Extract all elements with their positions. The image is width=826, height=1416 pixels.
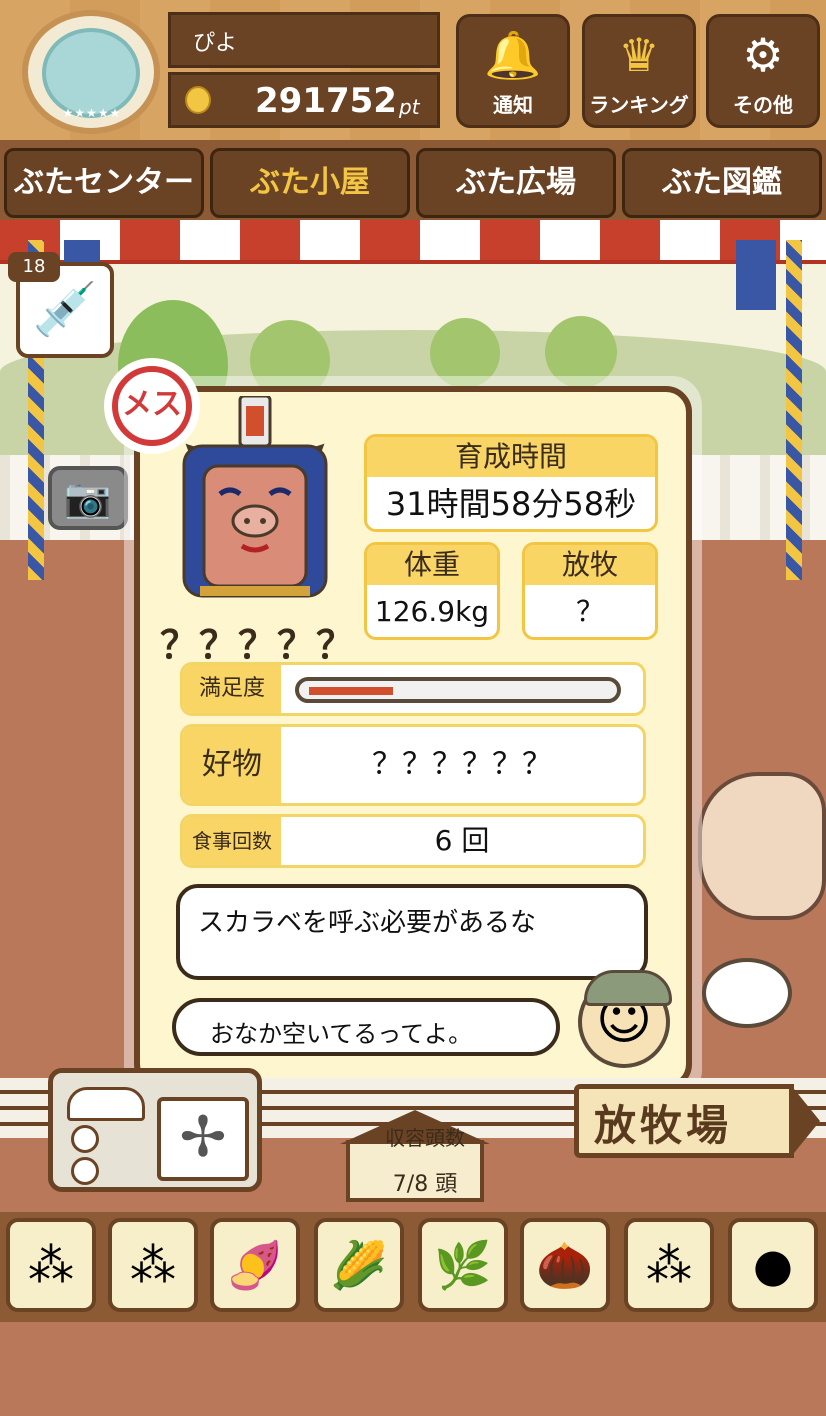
meals-label: 食事回数 bbox=[183, 817, 281, 865]
pig-crown-emblem-icon bbox=[42, 28, 140, 118]
gear-icon: ⚙ bbox=[742, 28, 784, 82]
tab-buta-center[interactable]: ぶたセンター bbox=[4, 148, 204, 218]
raise-time-value: 31時間58分58秒 bbox=[385, 485, 637, 523]
player-avatar[interactable]: ★★★★★ bbox=[22, 10, 160, 134]
player-name: ぴよ bbox=[168, 12, 440, 68]
arrow-right-icon bbox=[790, 1084, 820, 1158]
tab-bar: ぶたセンター ぶた小屋 ぶた広場 ぶた図鑑 bbox=[0, 140, 826, 230]
raise-time-box: 育成時間 31時間58分58秒 bbox=[364, 434, 658, 532]
meals-value: 6 回 bbox=[434, 824, 490, 857]
truffle-plate-icon: ● bbox=[752, 1238, 794, 1292]
meals-row: 食事回数 6 回 bbox=[180, 814, 646, 868]
ranking-label: ランキング bbox=[589, 93, 689, 117]
fan-icon: ✢ bbox=[157, 1097, 249, 1181]
corn-icon: 🌽 bbox=[330, 1238, 388, 1292]
capacity-sign: 収容頭数 7/8 頭 bbox=[340, 1110, 490, 1202]
top-bar: ★★★★★ ぴよ 291752 pt 🔔 通知 ♛ ランキング ⚙ その他 bbox=[0, 0, 826, 140]
acorn-icon: 🌰 bbox=[536, 1238, 594, 1292]
crown-icon: ♛ bbox=[618, 28, 660, 82]
favorite-label: 好物 bbox=[183, 727, 281, 803]
grazing-box: 放牧 ？ bbox=[522, 542, 658, 640]
grain-pile-icon: ⁂ bbox=[28, 1238, 74, 1292]
striped-pole bbox=[786, 240, 802, 580]
favorite-row: 好物 ？？？？？？ bbox=[180, 724, 646, 806]
favorite-value: ？？？？？？ bbox=[372, 747, 552, 782]
satisfaction-row: 満足度 bbox=[180, 662, 646, 716]
food-slot-herbs[interactable]: 🌿 bbox=[418, 1218, 508, 1312]
points-unit: pt bbox=[399, 95, 420, 119]
food-slot-corn[interactable]: 🌽 bbox=[314, 1218, 404, 1312]
food-slot-beans[interactable]: ⁂ bbox=[108, 1218, 198, 1312]
capacity-label: 収容頭数 bbox=[385, 1126, 465, 1150]
food-slot-sweet-potato[interactable]: 🍠 bbox=[210, 1218, 300, 1312]
grazing-label: 放牧 bbox=[525, 545, 655, 585]
pasture-sign-label: 放牧場 bbox=[594, 1101, 733, 1150]
camera-button[interactable]: 📷 bbox=[48, 466, 128, 530]
ranking-button[interactable]: ♛ ランキング bbox=[582, 14, 696, 128]
capacity-sign-body: 収容頭数 7/8 頭 bbox=[346, 1126, 484, 1202]
weight-box: 体重 126.9kg bbox=[364, 542, 500, 640]
satisfaction-bar-fill bbox=[309, 687, 393, 695]
tab-buta-hiroba[interactable]: ぶた広場 bbox=[416, 148, 616, 218]
notification-label: 通知 bbox=[493, 93, 533, 117]
food-slot-grain[interactable]: ⁂ bbox=[6, 1218, 96, 1312]
syringe-icon: 💉 bbox=[32, 280, 98, 340]
food-slot-grain-bowl[interactable]: ⁂ bbox=[624, 1218, 714, 1312]
pharaoh-pig-icon[interactable] bbox=[180, 396, 330, 616]
capacity-value: 7/8 頭 bbox=[392, 1172, 458, 1197]
control-machine[interactable]: ✢ bbox=[48, 1068, 262, 1192]
notification-button[interactable]: 🔔 通知 bbox=[456, 14, 570, 128]
herbs-icon: 🌿 bbox=[434, 1238, 492, 1292]
dial-icon bbox=[71, 1157, 99, 1185]
banner-flag bbox=[736, 240, 776, 310]
coin-icon bbox=[185, 86, 211, 114]
points-value: 291752 bbox=[255, 81, 397, 121]
bell-icon: 🔔 bbox=[484, 28, 542, 82]
bird-icon bbox=[702, 958, 792, 1028]
food-slot-acorn[interactable]: 🌰 bbox=[520, 1218, 610, 1312]
pig-speech-bubble: スカラベを呼ぶ必要があるな bbox=[176, 884, 648, 980]
grazing-value: ？ bbox=[575, 595, 604, 628]
pasture-sign-button[interactable]: 放牧場 bbox=[574, 1084, 820, 1158]
farmer-cap-icon bbox=[584, 970, 672, 1006]
points-display: 291752 pt bbox=[168, 72, 440, 128]
camera-icon: 📷 bbox=[64, 476, 112, 520]
grain-bowl-icon: ⁂ bbox=[646, 1238, 692, 1292]
mixed-beans-icon: ⁂ bbox=[130, 1238, 176, 1292]
wandering-pig-icon[interactable] bbox=[698, 772, 826, 920]
other-button[interactable]: ⚙ その他 bbox=[706, 14, 820, 128]
pig-name: ？？？？？ bbox=[160, 623, 356, 667]
satisfaction-bar bbox=[295, 677, 621, 703]
weight-value: 126.9kg bbox=[374, 595, 490, 628]
syringe-count-badge: 18 bbox=[8, 252, 60, 282]
farmer-speech-bubble: おなか空いてるってよ。 bbox=[172, 998, 560, 1056]
satisfaction-label: 満足度 bbox=[183, 665, 281, 713]
dial-icon bbox=[71, 1125, 99, 1153]
other-label: その他 bbox=[733, 93, 793, 117]
weight-label: 体重 bbox=[367, 545, 497, 585]
raise-time-label: 育成時間 bbox=[367, 437, 655, 477]
circus-awning bbox=[0, 220, 826, 264]
tab-buta-goya[interactable]: ぶた小屋 bbox=[210, 148, 410, 218]
gauge-icon bbox=[67, 1087, 145, 1121]
tab-buta-zukan[interactable]: ぶた図鑑 bbox=[622, 148, 822, 218]
food-slot-truffle[interactable]: ● bbox=[728, 1218, 818, 1312]
sweet-potato-icon: 🍠 bbox=[226, 1238, 284, 1292]
rank-stars-icon: ★★★★★ bbox=[62, 106, 122, 120]
